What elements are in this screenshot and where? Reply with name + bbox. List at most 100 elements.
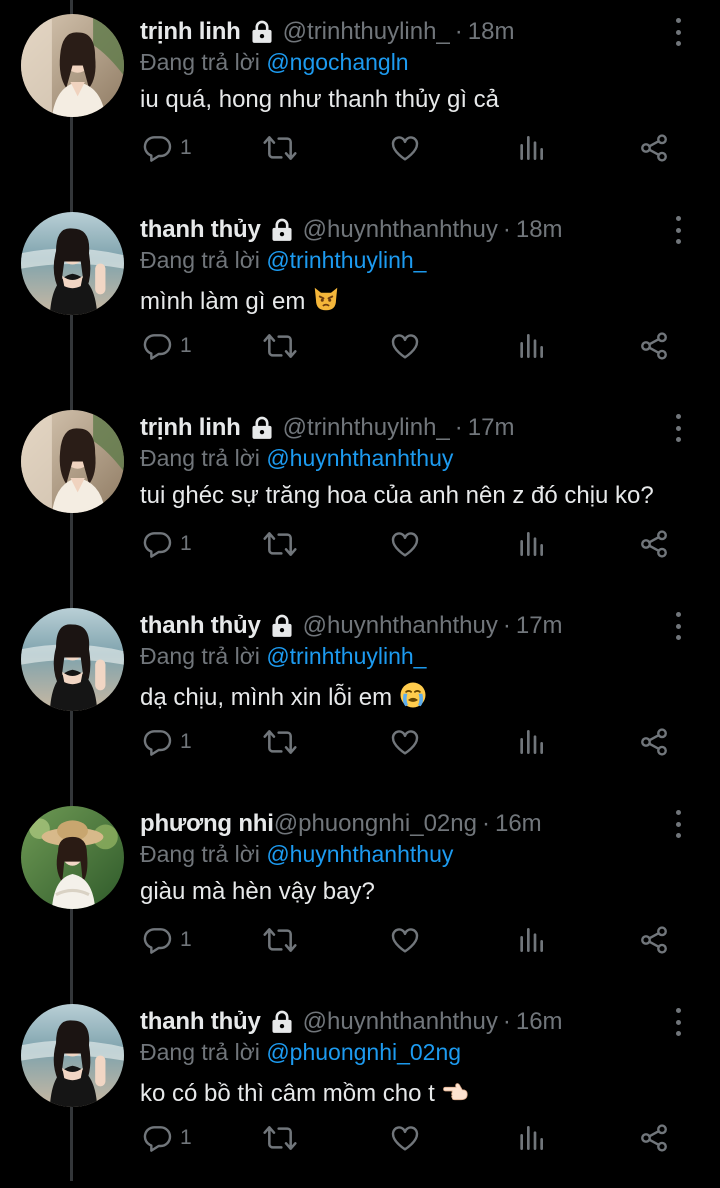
tweet-header: thanh thủy @huynhthanhthuy · 17m: [140, 610, 563, 642]
replying-to: Đang trả lời @huynhthanhthuy: [140, 841, 453, 868]
share-icon: [638, 132, 670, 164]
like-button[interactable]: [388, 128, 422, 168]
retweet-icon: [261, 726, 299, 758]
avatar-thuy[interactable]: [21, 1004, 124, 1107]
user-handle[interactable]: @huynhthanhthuy: [303, 612, 498, 640]
reply-icon: [142, 132, 174, 164]
more-options-icon[interactable]: [670, 216, 686, 244]
crying-face-emoji: [398, 680, 428, 717]
user-handle[interactable]: @trinhthuylinh_: [283, 414, 450, 442]
avatar-linh[interactable]: [21, 14, 124, 117]
reply-button[interactable]: 1: [142, 524, 192, 564]
share-button[interactable]: [638, 722, 670, 762]
reply-tweet-4[interactable]: thanh thủy @huynhthanhthuy · 17m Đang tr…: [0, 594, 720, 792]
share-button[interactable]: [638, 128, 670, 168]
reply-count: 1: [180, 334, 192, 357]
retweet-icon: [261, 330, 299, 362]
share-icon: [638, 1122, 670, 1154]
reply-tweet-3[interactable]: trịnh linh @trinhthuylinh_ · 17m Đang tr…: [0, 396, 720, 594]
views-button[interactable]: [517, 326, 545, 366]
more-options-icon[interactable]: [670, 414, 686, 442]
more-options-icon[interactable]: [670, 612, 686, 640]
like-button[interactable]: [388, 1118, 422, 1158]
reply-button[interactable]: 1: [142, 920, 192, 960]
timestamp[interactable]: 18m: [516, 216, 563, 244]
display-name[interactable]: thanh thủy: [140, 612, 261, 640]
like-button[interactable]: [388, 524, 422, 564]
tweet-text-body: tui ghéc sự trăng hoa của anh nên z đó c…: [140, 482, 654, 509]
retweet-button[interactable]: [261, 326, 299, 366]
views-icon: [517, 726, 545, 758]
display-name[interactable]: trịnh linh: [140, 414, 241, 442]
reply-tweet-6[interactable]: thanh thủy @huynhthanhthuy · 16m Đang tr…: [0, 990, 720, 1188]
timestamp[interactable]: 16m: [495, 810, 542, 838]
timestamp[interactable]: 16m: [516, 1008, 563, 1036]
avatar-thuy[interactable]: [21, 212, 124, 315]
reply-tweet-2[interactable]: thanh thủy @huynhthanhthuy · 18m Đang tr…: [0, 198, 720, 396]
reply-tweet-5[interactable]: phương nhi @phuongnhi_02ng · 16m Đang tr…: [0, 792, 720, 990]
replying-to-handle[interactable]: @trinhthuylinh_: [266, 643, 426, 669]
avatar-thuy[interactable]: [21, 608, 124, 711]
tweet-header: thanh thủy @huynhthanhthuy · 18m: [140, 214, 563, 246]
reply-button[interactable]: 1: [142, 326, 192, 366]
timestamp[interactable]: 17m: [468, 414, 515, 442]
reply-icon: [142, 726, 174, 758]
avatar-nhi[interactable]: [21, 806, 124, 909]
user-handle[interactable]: @trinhthuylinh_: [283, 18, 450, 46]
views-button[interactable]: [517, 524, 545, 564]
timestamp[interactable]: 18m: [468, 18, 515, 46]
retweet-button[interactable]: [261, 128, 299, 168]
replying-to-label: Đang trả lời: [140, 1039, 267, 1065]
reply-button[interactable]: 1: [142, 128, 192, 168]
tweet-text-body: iu quá, hong như thanh thủy gì cả: [140, 86, 500, 113]
share-icon: [638, 528, 670, 560]
views-icon: [517, 132, 545, 164]
like-button[interactable]: [388, 326, 422, 366]
replying-to-handle[interactable]: @huynhthanhthuy: [266, 445, 453, 471]
views-button[interactable]: [517, 722, 545, 762]
more-options-icon[interactable]: [670, 18, 686, 46]
like-button[interactable]: [388, 722, 422, 762]
action-bar: 1: [140, 1118, 700, 1158]
retweet-button[interactable]: [261, 722, 299, 762]
retweet-button[interactable]: [261, 1118, 299, 1158]
views-button[interactable]: [517, 1118, 545, 1158]
display-name[interactable]: trịnh linh: [140, 18, 241, 46]
views-button[interactable]: [517, 920, 545, 960]
replying-to: Đang trả lời @trinhthuylinh_: [140, 247, 426, 274]
share-button[interactable]: [638, 326, 670, 366]
share-button[interactable]: [638, 920, 670, 960]
reply-button[interactable]: 1: [142, 1118, 192, 1158]
reply-tweet-1[interactable]: trịnh linh @trinhthuylinh_ · 18m Đang tr…: [0, 0, 720, 198]
replying-to-handle[interactable]: @ngochangln: [266, 49, 408, 75]
more-options-icon[interactable]: [670, 1008, 686, 1036]
display-name[interactable]: thanh thủy: [140, 1008, 261, 1036]
user-handle[interactable]: @huynhthanhthuy: [303, 216, 498, 244]
like-button[interactable]: [388, 920, 422, 960]
share-button[interactable]: [638, 1118, 670, 1158]
replying-to-label: Đang trả lời: [140, 841, 267, 867]
retweet-button[interactable]: [261, 524, 299, 564]
like-icon: [388, 330, 422, 362]
reply-button[interactable]: 1: [142, 722, 192, 762]
user-handle[interactable]: @huynhthanhthuy: [303, 1008, 498, 1036]
views-button[interactable]: [517, 128, 545, 168]
user-handle[interactable]: @phuongnhi_02ng: [274, 810, 477, 838]
display-name[interactable]: thanh thủy: [140, 216, 261, 244]
replying-to: Đang trả lời @huynhthanhthuy: [140, 445, 453, 472]
tweet-text-body: mình làm gì em: [140, 288, 306, 315]
share-button[interactable]: [638, 524, 670, 564]
display-name[interactable]: phương nhi: [140, 810, 274, 838]
tweet-header: phương nhi @phuongnhi_02ng · 16m: [140, 808, 542, 840]
timestamp[interactable]: 17m: [516, 612, 563, 640]
replying-to-label: Đang trả lời: [140, 247, 267, 273]
replying-to-handle[interactable]: @huynhthanhthuy: [266, 841, 453, 867]
replying-to-handle[interactable]: @phuongnhi_02ng: [266, 1039, 461, 1065]
reply-icon: [142, 528, 174, 560]
lock-icon: [269, 613, 295, 639]
more-options-icon[interactable]: [670, 810, 686, 838]
replying-to-handle[interactable]: @trinhthuylinh_: [266, 247, 426, 273]
avatar-linh[interactable]: [21, 410, 124, 513]
separator-dot: ·: [502, 1008, 511, 1035]
retweet-button[interactable]: [261, 920, 299, 960]
